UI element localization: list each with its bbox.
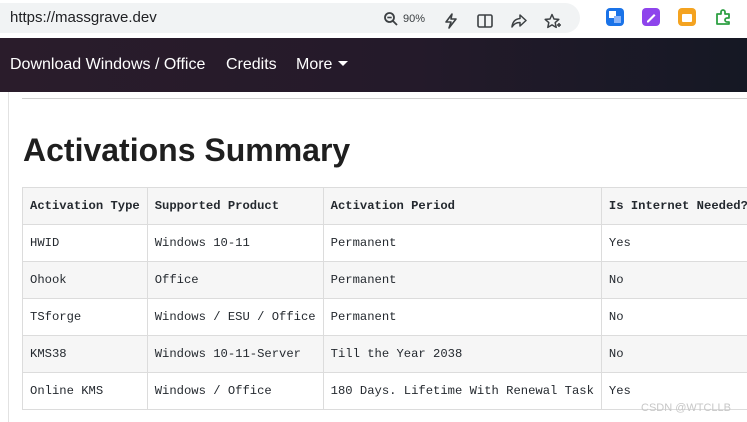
zoom-out-icon — [384, 12, 398, 26]
table-cell: HWID — [22, 224, 148, 262]
table-cell: Yes — [600, 224, 747, 262]
site-navbar: Download Windows / Office Credits More — [0, 38, 747, 92]
table-cell: Windows 10-11-Server — [146, 335, 324, 373]
table-cell: No — [600, 335, 747, 373]
table-cell: No — [600, 261, 747, 299]
table-cell: 180 Days. Lifetime With Renewal Task — [322, 372, 602, 410]
share-icon[interactable] — [510, 12, 528, 30]
divider — [22, 98, 747, 99]
reading-mode-icon[interactable] — [476, 12, 494, 30]
url-text[interactable]: https://massgrave.dev — [10, 9, 157, 26]
table-cell: Online KMS — [22, 372, 148, 410]
pen-extension-icon[interactable] — [642, 8, 660, 26]
table-cell: Windows 10-11 — [146, 224, 324, 262]
table-row: KMS38 Windows 10-11-Server Till the Year… — [22, 335, 747, 373]
activations-table: Activation Type Supported Product Activa… — [22, 187, 747, 410]
browser-toolbar: https://massgrave.dev 90% — [0, 0, 747, 38]
table-cell: KMS38 — [22, 335, 148, 373]
nav-credits[interactable]: Credits — [226, 56, 277, 74]
translate-extension-icon[interactable] — [606, 8, 624, 26]
table-row: Ohook Office Permanent No — [22, 261, 747, 299]
table-cell: Windows / Office — [146, 372, 324, 410]
nav-more-label: More — [296, 56, 333, 73]
zoom-indicator[interactable]: 90% — [383, 11, 425, 27]
watermark: CSDN @WTCLLB — [641, 402, 732, 414]
table-header-row: Activation Type Supported Product Activa… — [22, 187, 747, 225]
column-header: Supported Product — [146, 187, 324, 225]
table-cell: Ohook — [22, 261, 148, 299]
page-title: Activations Summary — [23, 132, 351, 168]
table-cell: TSforge — [22, 298, 148, 336]
table-row: HWID Windows 10-11 Permanent Yes — [22, 224, 747, 262]
table-cell: No — [600, 298, 747, 336]
table-cell: Till the Year 2038 — [322, 335, 602, 373]
lightning-icon[interactable] — [442, 12, 460, 30]
content-border — [8, 92, 9, 422]
nav-more-dropdown[interactable]: More — [296, 56, 349, 74]
caret-down-icon — [338, 61, 349, 66]
table-cell: Permanent — [322, 298, 602, 336]
table-cell: Office — [146, 261, 324, 299]
table-row: Online KMS Windows / Office 180 Days. Li… — [22, 372, 747, 410]
column-header: Activation Period — [322, 187, 602, 225]
folder-extension-icon[interactable] — [678, 8, 696, 26]
column-header: Activation Type — [22, 187, 148, 225]
nav-download-windows-office[interactable]: Download Windows / Office — [10, 56, 205, 74]
table-cell: Permanent — [322, 224, 602, 262]
column-header: Is Internet Needed? — [600, 187, 747, 225]
table-row: TSforge Windows / ESU / Office Permanent… — [22, 298, 747, 336]
zoom-level: 90% — [403, 13, 426, 25]
puzzle-extension-icon[interactable] — [714, 8, 732, 26]
table-cell: Permanent — [322, 261, 602, 299]
table-cell: Windows / ESU / Office — [146, 298, 324, 336]
address-bar[interactable]: https://massgrave.dev 90% — [0, 3, 580, 33]
favorite-star-icon[interactable] — [544, 12, 562, 30]
